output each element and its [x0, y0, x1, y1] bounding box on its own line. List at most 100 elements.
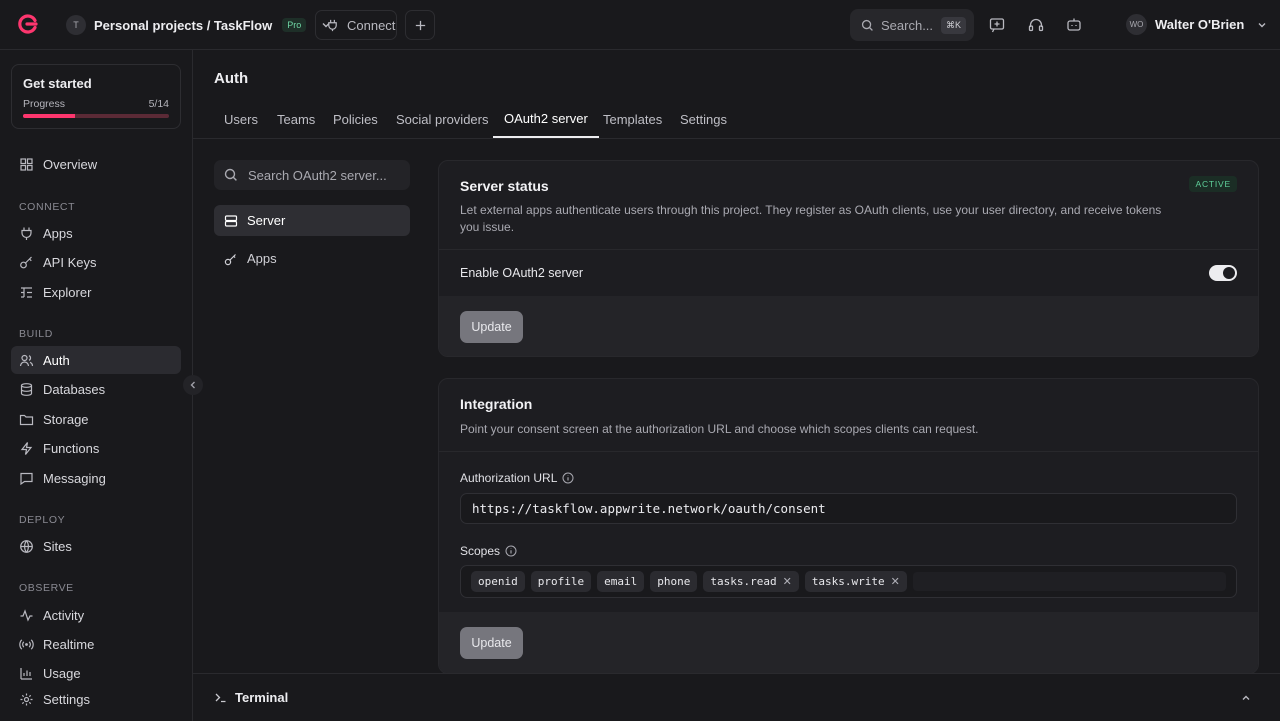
- integration-card: Integration Point your consent screen at…: [438, 378, 1259, 674]
- get-started-title: Get started: [23, 76, 92, 91]
- oauth2-search-input[interactable]: Search OAuth2 server...: [214, 160, 410, 190]
- section-connect: CONNECT: [19, 201, 76, 213]
- divider: [439, 451, 1258, 452]
- auth-tabs: Users Teams Policies Social providers OA…: [193, 100, 1280, 139]
- scope-chip: phone: [650, 571, 698, 592]
- scope-label: phone: [657, 575, 691, 588]
- sidebar-item-label: Sites: [43, 538, 72, 554]
- enable-oauth2-toggle[interactable]: [1209, 265, 1237, 281]
- sidebar-item-label: Storage: [43, 411, 89, 427]
- chart-icon: [20, 667, 32, 680]
- subnav-item-apps[interactable]: Apps: [214, 243, 410, 274]
- terminal-bar[interactable]: Terminal: [193, 673, 1280, 721]
- authorization-url-field[interactable]: https://taskflow.appwrite.network/oauth/…: [460, 493, 1237, 524]
- sidebar-item-label: Usage: [43, 665, 81, 681]
- collapse-sidebar-button[interactable]: [183, 375, 203, 395]
- tab-users[interactable]: Users: [213, 100, 269, 138]
- tab-oauth2-server[interactable]: OAuth2 server: [493, 100, 599, 138]
- sidebar-item-label: Auth: [43, 352, 70, 368]
- subnav-item-server[interactable]: Server: [214, 205, 410, 236]
- scope-label: openid: [478, 575, 518, 588]
- sidebar-item-functions[interactable]: Functions: [11, 434, 181, 462]
- chevron-left-icon: [188, 380, 198, 390]
- connect-button[interactable]: Connect: [315, 10, 397, 40]
- card-footer: Update: [439, 296, 1258, 356]
- scope-text-entry[interactable]: [912, 572, 1226, 591]
- plus-icon: [414, 19, 427, 32]
- tab-templates[interactable]: Templates: [592, 100, 673, 138]
- sidebar-item-messaging[interactable]: Messaging: [11, 464, 181, 492]
- tab-teams[interactable]: Teams: [266, 100, 326, 138]
- update-button[interactable]: Update: [460, 311, 523, 343]
- sidebar-item-activity[interactable]: Activity: [11, 601, 181, 629]
- integration-title: Integration: [460, 396, 533, 412]
- scopes-label: Scopes: [460, 544, 517, 558]
- lightning-icon: [20, 441, 33, 455]
- info-icon[interactable]: [505, 545, 517, 557]
- search-placeholder: Search OAuth2 server...: [248, 167, 387, 183]
- gear-icon: [20, 693, 33, 705]
- assistant-bot-icon[interactable]: [1065, 16, 1083, 34]
- sidebar-item-realtime[interactable]: Realtime: [11, 630, 181, 658]
- scope-label: tasks.write: [811, 575, 885, 588]
- server-status-description: Let external apps authenticate users thr…: [460, 203, 1162, 234]
- update-button[interactable]: Update: [460, 627, 523, 659]
- sidebar-item-label: Functions: [43, 440, 100, 456]
- tab-settings[interactable]: Settings: [669, 100, 738, 138]
- sidebar-item-apps[interactable]: Apps: [11, 219, 181, 247]
- sidebar-item-storage[interactable]: Storage: [11, 405, 181, 433]
- add-button[interactable]: [405, 10, 435, 40]
- sidebar-item-label: Activity: [43, 607, 85, 623]
- user-menu[interactable]: WO Walter O'Brien: [1126, 14, 1268, 35]
- headset-icon[interactable]: [1027, 16, 1045, 34]
- sidebar-item-label: Overview: [43, 156, 98, 172]
- sidebar-item-auth[interactable]: Auth: [11, 346, 181, 374]
- project-avatar: T: [66, 15, 86, 35]
- sidebar-item-api-keys[interactable]: API Keys: [11, 248, 181, 276]
- sidebar-item-label: API Keys: [43, 254, 97, 270]
- sidebar-item-label: Databases: [43, 381, 106, 397]
- section-build: BUILD: [19, 328, 53, 340]
- sidebar-item-overview[interactable]: Overview: [11, 150, 181, 178]
- toggle-label: Enable OAuth2 server: [460, 266, 583, 280]
- sidebar-item-usage[interactable]: Usage: [11, 659, 181, 687]
- plug-icon: [326, 19, 339, 32]
- sidebar-item-sites[interactable]: Sites: [11, 532, 181, 560]
- chevron-up-icon[interactable]: [1240, 692, 1252, 704]
- remove-scope-icon[interactable]: ✕: [891, 575, 900, 588]
- progress-bar-fill: [23, 114, 76, 118]
- remove-scope-icon[interactable]: ✕: [783, 575, 792, 588]
- progress-label: Progress: [23, 98, 66, 110]
- tab-social-providers[interactable]: Social providers: [385, 100, 500, 138]
- list-tree-icon: [21, 286, 32, 298]
- feedback-icon[interactable]: [988, 16, 1006, 34]
- scopes-input[interactable]: openid profile email phone tasks.read ✕ t…: [460, 565, 1237, 598]
- authorization-url-label: Authorization URL: [460, 471, 574, 485]
- chevron-down-icon: [1256, 19, 1268, 31]
- appwrite-logo-icon[interactable]: [16, 13, 38, 35]
- search-icon: [861, 19, 874, 32]
- top-bar: T Personal projects / TaskFlow Pro Conne…: [0, 0, 1280, 50]
- sidebar-item-label: Messaging: [43, 470, 106, 486]
- tab-policies[interactable]: Policies: [322, 100, 389, 138]
- sidebar-item-explorer[interactable]: Explorer: [11, 278, 181, 306]
- sidebar-item-settings[interactable]: Settings: [11, 685, 181, 713]
- activity-icon: [20, 608, 33, 622]
- server-status-title: Server status: [460, 178, 549, 194]
- progress-bar: [23, 114, 169, 118]
- scope-label: profile: [537, 575, 585, 588]
- sidebar-item-databases[interactable]: Databases: [11, 375, 181, 403]
- scope-chip: openid: [471, 571, 525, 592]
- global-search[interactable]: Search... ⌘K: [850, 9, 974, 41]
- scope-label: tasks.read: [710, 575, 777, 588]
- scope-chip: tasks.write ✕: [804, 571, 907, 592]
- project-switcher[interactable]: T Personal projects / TaskFlow Pro: [66, 13, 332, 37]
- sidebar: Get started Progress 5/14 Overview CONNE…: [0, 50, 193, 721]
- info-icon[interactable]: [562, 472, 574, 484]
- get-started-card[interactable]: Get started Progress 5/14: [11, 64, 181, 129]
- sidebar-item-label: Settings: [43, 691, 90, 707]
- integration-description: Point your consent screen at the authori…: [460, 422, 979, 436]
- database-icon: [20, 382, 33, 396]
- status-badge: ACTIVE: [1189, 176, 1237, 192]
- plug-icon: [21, 227, 32, 240]
